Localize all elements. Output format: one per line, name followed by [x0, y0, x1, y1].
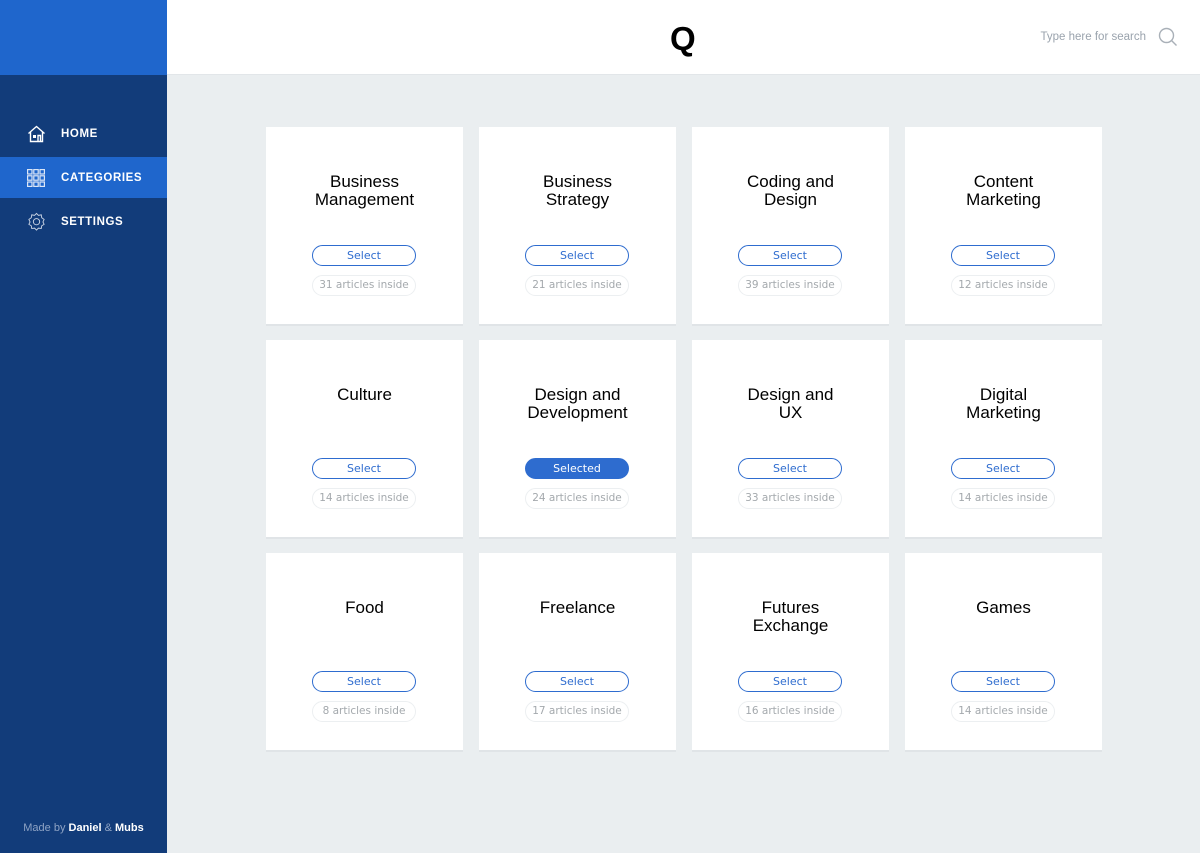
select-button[interactable]: Select — [525, 671, 629, 692]
gear-icon — [26, 212, 46, 232]
category-title: Culture — [337, 385, 392, 404]
select-button[interactable]: Select — [312, 245, 416, 266]
sidebar-item-home[interactable]: HOME — [0, 113, 167, 154]
article-count: 16 articles inside — [738, 701, 842, 722]
selected-button[interactable]: Selected — [525, 458, 629, 479]
category-card: Business Strategy Select 21 articles insid… — [479, 127, 676, 324]
select-button[interactable]: Select — [312, 458, 416, 479]
select-button[interactable]: Select — [738, 458, 842, 479]
sidebar-item-settings[interactable]: SETTINGS — [0, 201, 167, 242]
credits: Made by Daniel & Mubs — [0, 822, 167, 834]
category-title: Design and Development — [527, 385, 628, 422]
search-input[interactable] — [1034, 31, 1146, 43]
home-icon — [26, 124, 46, 144]
category-card: Design and UX Select 33 articles inside — [692, 340, 889, 537]
category-title: Coding and Design — [747, 172, 834, 209]
article-count: 31 articles inside — [312, 275, 416, 296]
credits-separator: & — [101, 822, 115, 834]
select-button[interactable]: Select — [525, 245, 629, 266]
logo[interactable]: Q — [670, 20, 696, 58]
article-count: 14 articles inside — [951, 701, 1055, 722]
category-card: Design and Development Selected 24 article… — [479, 340, 676, 537]
credits-prefix: Made by — [23, 822, 69, 834]
sidebar-item-label: CATEGORIES — [61, 171, 143, 184]
category-title: Business Strategy — [543, 172, 612, 209]
category-card: Freelance Select 17 articles inside — [479, 553, 676, 750]
category-card: Digital Marketing Select 14 articles insid… — [905, 340, 1102, 537]
select-button[interactable]: Select — [738, 671, 842, 692]
category-title: Digital Marketing — [966, 385, 1041, 422]
select-button[interactable]: Select — [738, 245, 842, 266]
category-title: Design and UX — [747, 385, 834, 422]
grid-icon — [26, 168, 46, 188]
category-card: Food Select 8 articles inside — [266, 553, 463, 750]
article-count: 24 articles inside — [525, 488, 629, 509]
article-count: 39 articles inside — [738, 275, 842, 296]
category-card: Futures Exchange Select 16 articles inside — [692, 553, 889, 750]
sidebar-nav: HOME CATEGORIES SETTINGS — [0, 113, 167, 242]
select-button[interactable]: Select — [951, 458, 1055, 479]
category-card: Content Marketing Select 12 articles insid… — [905, 127, 1102, 324]
category-card: Games Select 14 articles inside — [905, 553, 1102, 750]
search-icon[interactable] — [1158, 27, 1178, 47]
article-count: 21 articles inside — [525, 275, 629, 296]
top-header: Q — [167, 0, 1200, 75]
article-count: 14 articles inside — [312, 488, 416, 509]
select-button[interactable]: Select — [951, 245, 1055, 266]
category-grid: Business Management Select 31 articles ins… — [266, 127, 1102, 750]
article-count: 8 articles inside — [312, 701, 416, 722]
credits-author-2: Mubs — [114, 822, 144, 834]
category-title: Games — [976, 598, 1031, 617]
select-button[interactable]: Select — [951, 671, 1055, 692]
category-title: Freelance — [539, 598, 616, 617]
category-title: Content Marketing — [966, 172, 1041, 209]
article-count: 12 articles inside — [951, 275, 1055, 296]
search-box — [1034, 27, 1178, 47]
article-count: 14 articles inside — [951, 488, 1055, 509]
sidebar: HOME CATEGORIES SETTINGS Made by Daniel … — [0, 0, 167, 853]
sidebar-brand-area — [0, 0, 167, 75]
category-title: Business Management — [314, 172, 415, 209]
select-button[interactable]: Select — [312, 671, 416, 692]
credits-author-1: Daniel — [68, 822, 102, 834]
category-title: Food — [345, 598, 384, 617]
article-count: 17 articles inside — [525, 701, 629, 722]
category-card: Culture Select 14 articles inside — [266, 340, 463, 537]
sidebar-item-categories[interactable]: CATEGORIES — [0, 157, 167, 198]
sidebar-item-label: HOME — [61, 127, 98, 140]
sidebar-item-label: SETTINGS — [61, 215, 124, 228]
category-card: Coding and Design Select 39 articles insid… — [692, 127, 889, 324]
article-count: 33 articles inside — [738, 488, 842, 509]
category-title: Futures Exchange — [752, 598, 829, 635]
category-card: Business Management Select 31 articles ins… — [266, 127, 463, 324]
